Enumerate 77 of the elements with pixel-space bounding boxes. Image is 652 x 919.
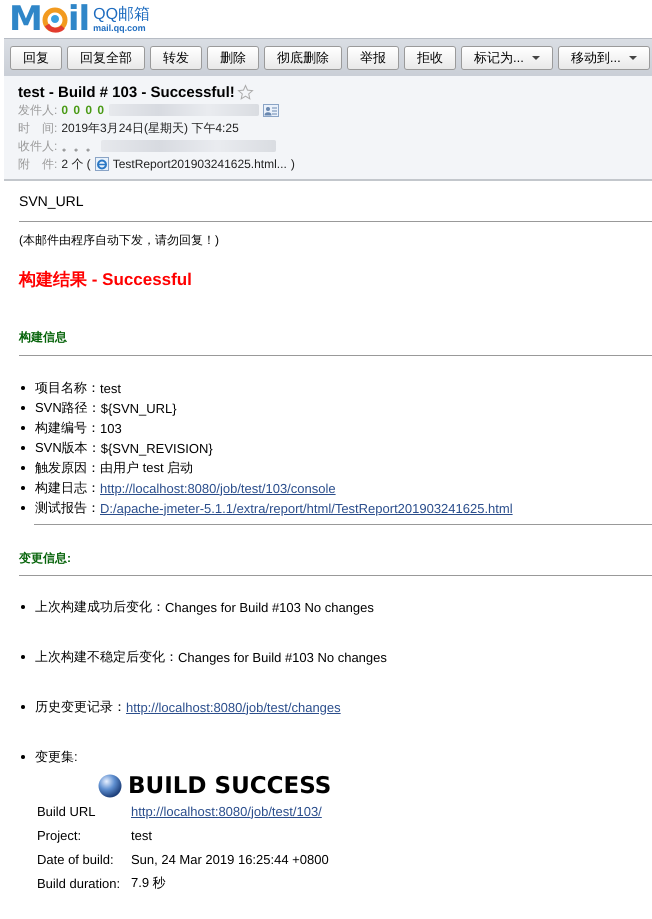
item-value: test bbox=[100, 380, 121, 396]
item-link[interactable]: http://localhost:8080/job/test/103/console bbox=[100, 480, 336, 496]
item-label: 项目名称： bbox=[35, 379, 100, 397]
row-value: 7.9 秒 bbox=[131, 874, 167, 892]
item-link[interactable]: http://localhost:8080/job/test/changes bbox=[126, 700, 341, 714]
row-label: Date of build: bbox=[37, 852, 115, 866]
item-label: 历史变更记录： bbox=[35, 698, 126, 716]
field-label: 附 件: bbox=[18, 156, 58, 172]
field-label: 时 间: bbox=[18, 120, 58, 136]
row-label: Project: bbox=[37, 828, 82, 842]
contact-card-icon bbox=[263, 104, 280, 116]
list-bullet bbox=[21, 506, 25, 510]
toolbar-button[interactable]: 删除 bbox=[207, 46, 259, 70]
list-bullet bbox=[21, 755, 25, 759]
caret-icon bbox=[628, 56, 637, 60]
auto-notice: (本邮件由程序自动下发，请勿回复！) bbox=[19, 232, 220, 249]
sender-name: 0 0 0 0 bbox=[61, 103, 106, 117]
item-label: 变更集: bbox=[35, 748, 78, 766]
section-title: 变更信息: bbox=[19, 550, 72, 567]
toolbar-button[interactable]: 彻底删除 bbox=[264, 46, 342, 70]
logo-domain: mail.qq.com bbox=[93, 22, 147, 32]
toolbar-button[interactable]: 举报 bbox=[347, 46, 399, 70]
item-label: SVN路径： bbox=[35, 399, 101, 417]
build-status: BUILD SUCCESS bbox=[128, 773, 332, 799]
item-link[interactable]: D:/apache-jmeter-5.1.1/extra/report/html/TestReport201903241625.html bbox=[100, 500, 513, 516]
item-label: 测试报告： bbox=[35, 499, 100, 517]
html-file-icon bbox=[94, 157, 109, 171]
list-bullet bbox=[21, 486, 25, 490]
attachment-paren: ) bbox=[290, 157, 295, 171]
toolbar-button[interactable]: 拒收 bbox=[404, 46, 456, 70]
svn-url-text: SVN_URL bbox=[19, 193, 85, 211]
row-label: Build URL bbox=[37, 804, 97, 818]
mail-subject: test - Build # 103 - Successful! bbox=[18, 84, 235, 101]
attachment-link[interactable]: TestReport201903241625.html... bbox=[112, 157, 287, 171]
list-bullet bbox=[21, 386, 25, 390]
item-value: Changes for Build #103 No changes bbox=[178, 650, 387, 664]
item-label: 构建日志： bbox=[35, 479, 100, 497]
list-bullet bbox=[21, 705, 25, 709]
sent-time: 2019年3月24日(星期天) 下午4:25 bbox=[61, 120, 239, 136]
field-label: 收件人: bbox=[18, 138, 58, 154]
item-label: SVN版本： bbox=[35, 439, 101, 457]
list-bullet bbox=[21, 466, 25, 470]
star-icon bbox=[236, 84, 254, 101]
row-label: Build duration: bbox=[37, 876, 122, 890]
item-label: 构建编号： bbox=[35, 419, 100, 437]
row-value: Sun, 24 Mar 2019 16:25:44 +0800 bbox=[131, 852, 330, 866]
attachment-count: 2 个 ( bbox=[61, 156, 91, 172]
menu-button[interactable]: 标记为... bbox=[461, 46, 553, 70]
item-label: 上次构建不稳定后变化： bbox=[35, 648, 178, 666]
logo-title: QQ邮箱 bbox=[93, 6, 150, 22]
item-value: ${SVN_REVISION} bbox=[100, 440, 213, 456]
list-bullet bbox=[21, 605, 25, 609]
item-value: ${SVN_URL} bbox=[100, 400, 177, 416]
logo-ring-icon bbox=[42, 5, 68, 33]
toolbar-button[interactable]: 回复 bbox=[10, 46, 62, 70]
item-value: Changes for Build #103 No changes bbox=[165, 600, 374, 614]
toolbar-button[interactable]: 转发 bbox=[150, 46, 202, 70]
status-ball-icon bbox=[98, 774, 122, 798]
result-heading: 构建结果 - Successful bbox=[19, 269, 193, 291]
recipient-name: 。。。 bbox=[61, 138, 98, 154]
row-link[interactable]: http://localhost:8080/job/test/103/ bbox=[131, 804, 652, 818]
caret-icon bbox=[532, 56, 540, 60]
item-label: 触发原因： bbox=[35, 459, 100, 477]
logo-letters: il bbox=[68, 2, 90, 36]
toolbar-button[interactable]: 回复全部 bbox=[67, 46, 145, 70]
list-bullet bbox=[21, 446, 25, 450]
item-value: 103 bbox=[100, 420, 122, 436]
list-bullet bbox=[21, 406, 25, 410]
menu-button[interactable]: 移动到... bbox=[558, 46, 650, 70]
item-value: 由用户 test 启动 bbox=[100, 459, 194, 477]
list-bullet bbox=[21, 426, 25, 430]
row-value: test bbox=[131, 828, 153, 842]
logo-letters: M bbox=[9, 2, 42, 36]
field-label: 发件人: bbox=[18, 102, 58, 118]
section-title: 构建信息 bbox=[19, 329, 68, 346]
list-bullet bbox=[21, 655, 25, 659]
item-label: 上次构建成功后变化： bbox=[35, 598, 165, 616]
